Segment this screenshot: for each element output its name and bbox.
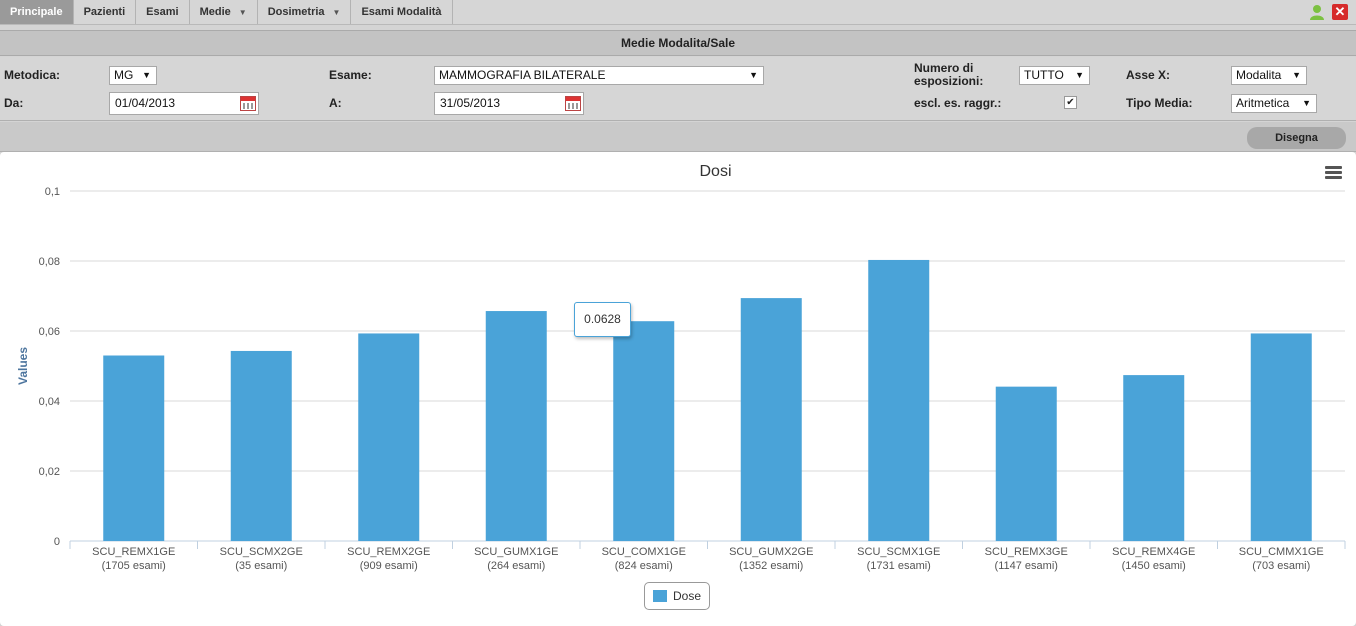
metodica-value: MG <box>114 68 134 82</box>
x-tick-label: SCU_REMX3GE <box>985 546 1068 558</box>
calendar-icon[interactable] <box>240 96 256 111</box>
chart-tooltip: 0.0628 <box>574 302 631 337</box>
x-tick-label: SCU_REMX4GE <box>1112 546 1195 558</box>
bar <box>358 333 420 541</box>
x-tick-sublabel: (1705 esami) <box>102 560 166 572</box>
tipo-select[interactable]: Aritmetica ▼ <box>1231 94 1317 113</box>
draw-button[interactable]: Disegna <box>1247 127 1346 149</box>
a-date-input[interactable]: 31/05/2013 <box>434 92 584 115</box>
chevron-down-icon: ▼ <box>142 70 151 80</box>
caret-down-icon: ▼ <box>238 7 247 17</box>
x-tick-label: SCU_GUMX1GE <box>474 546 558 558</box>
y-tick-label: 0,04 <box>39 396 60 408</box>
bar <box>995 386 1057 541</box>
nav-item-esami[interactable]: Esami <box>136 0 190 24</box>
a-label: A: <box>329 96 342 110</box>
user-icon[interactable] <box>1308 3 1326 21</box>
y-tick-label: 0,06 <box>39 326 60 338</box>
panel-title: Medie Modalita/Sale <box>0 30 1356 56</box>
menu-icon[interactable] <box>1325 166 1342 180</box>
x-tick-label: SCU_CMMX1GE <box>1239 546 1324 558</box>
x-tick-sublabel: (264 esami) <box>487 560 545 572</box>
nav-items: Principale Pazienti Esami Medie ▼ Dosimetria ▼… <box>0 0 453 24</box>
x-tick-sublabel: (824 esami) <box>615 560 673 572</box>
nav-item-label: Medie <box>199 6 231 18</box>
legend-label-dose: Dose <box>673 589 702 603</box>
nav-item-label: Dosimetria <box>267 6 325 18</box>
close-icon[interactable]: ✕ <box>1332 4 1348 20</box>
chevron-down-icon: ▼ <box>1292 70 1301 80</box>
x-tick-label: SCU_REMX1GE <box>92 546 175 558</box>
asse-value: Modalita <box>1236 68 1282 82</box>
x-tick-label: SCU_SCMX2GE <box>220 546 303 558</box>
y-tick-label: 0,02 <box>39 466 60 478</box>
filters-panel: Metodica: MG ▼ Esame: MAMMOGRAFIA BILATE… <box>0 57 1356 121</box>
da-value: 01/04/2013 <box>115 96 176 110</box>
escl-label: escl. es. raggr.: <box>914 96 1002 110</box>
chevron-down-icon: ▼ <box>1302 98 1311 108</box>
chart-title: Dosi <box>699 163 731 180</box>
asse-label: Asse X: <box>1126 68 1171 82</box>
bar <box>1250 333 1312 541</box>
numero-label-line2: esposizioni: <box>914 74 984 88</box>
top-navbar: Principale Pazienti Esami Medie ▼ Dosimetria ▼… <box>0 0 1356 25</box>
x-tick-sublabel: (1450 esami) <box>1122 560 1186 572</box>
da-date-input[interactable]: 01/04/2013 <box>109 92 259 115</box>
chevron-down-icon: ▼ <box>1075 70 1084 80</box>
numero-select[interactable]: TUTTO ▼ <box>1019 66 1090 85</box>
y-axis-label: Values <box>16 347 30 385</box>
x-tick-label: SCU_COMX1GE <box>602 546 686 558</box>
esame-label: Esame: <box>329 68 372 82</box>
metodica-select[interactable]: MG ▼ <box>109 66 157 85</box>
nav-item-label: Principale <box>10 6 63 18</box>
nav-item-medie[interactable]: Medie ▼ <box>190 0 258 24</box>
y-tick-label: 0,08 <box>39 256 60 268</box>
bar <box>740 298 802 541</box>
x-tick-label: SCU_GUMX2GE <box>729 546 813 558</box>
metodica-label: Metodica: <box>4 68 61 82</box>
nav-item-principale[interactable]: Principale <box>0 0 74 24</box>
nav-item-label: Esami Modalità <box>361 6 442 18</box>
x-tick-sublabel: (703 esami) <box>1252 560 1310 572</box>
esame-select[interactable]: MAMMOGRAFIA BILATERALE ▼ <box>434 66 764 85</box>
nav-item-dosimetria[interactable]: Dosimetria ▼ <box>258 0 352 24</box>
bar <box>230 350 292 541</box>
x-tick-sublabel: (1731 esami) <box>867 560 931 572</box>
x-tick-sublabel: (909 esami) <box>360 560 418 572</box>
tipo-label: Tipo Media: <box>1126 96 1193 110</box>
chevron-down-icon: ▼ <box>749 70 758 80</box>
y-tick-label: 0 <box>54 536 60 548</box>
tipo-value: Aritmetica <box>1236 96 1290 110</box>
asse-select[interactable]: Modalita ▼ <box>1231 66 1307 85</box>
x-tick-label: SCU_SCMX1GE <box>857 546 940 558</box>
x-tick-sublabel: (1352 esami) <box>739 560 803 572</box>
numero-value: TUTTO <box>1024 68 1064 82</box>
bar <box>103 355 165 541</box>
chart-legend[interactable]: Dose <box>644 582 710 610</box>
bar <box>485 311 547 541</box>
calendar-icon[interactable] <box>565 96 581 111</box>
y-tick-label: 0,1 <box>45 186 60 198</box>
bar <box>868 259 930 541</box>
caret-down-icon: ▼ <box>332 7 341 17</box>
a-value: 31/05/2013 <box>440 96 501 110</box>
nav-item-esami-modalit-[interactable]: Esami Modalità <box>351 0 453 24</box>
nav-item-label: Pazienti <box>83 6 126 18</box>
toolbar: Disegna <box>0 122 1356 152</box>
escl-checkbox[interactable]: ✔ <box>1064 96 1077 109</box>
nav-item-label: Esami <box>146 6 179 18</box>
numero-label: Numero di esposizioni: <box>914 62 983 88</box>
da-label: Da: <box>4 96 24 110</box>
x-tick-sublabel: (1147 esami) <box>995 560 1058 572</box>
nav-right: ✕ <box>1308 0 1356 24</box>
x-tick-label: SCU_REMX2GE <box>347 546 430 558</box>
x-tick-sublabel: (35 esami) <box>235 560 287 572</box>
nav-item-pazienti[interactable]: Pazienti <box>74 0 137 24</box>
bar <box>1123 375 1185 541</box>
chart-container: Dosi 0 0,02 0,04 0,06 0,08 0,1 Values SCU_REMX1G… <box>0 152 1356 626</box>
esame-value: MAMMOGRAFIA BILATERALE <box>439 68 606 82</box>
bar <box>613 321 675 541</box>
bar-chart: Dosi 0 0,02 0,04 0,06 0,08 0,1 Values SCU_REMX1G… <box>16 163 1346 572</box>
legend-swatch <box>653 590 667 602</box>
